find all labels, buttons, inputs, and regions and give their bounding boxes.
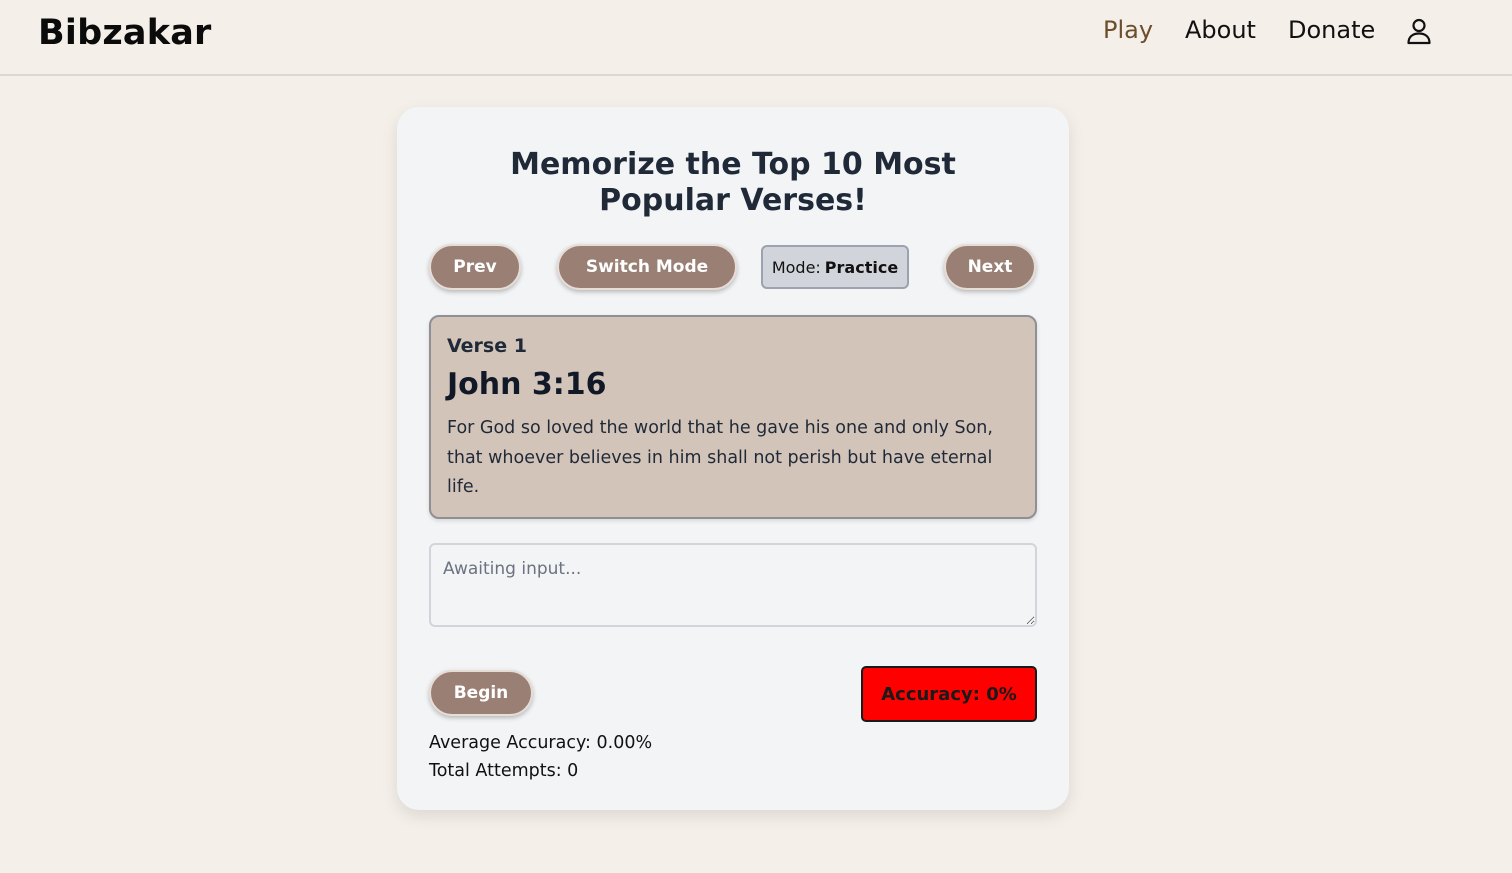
nav-link-about[interactable]: About — [1185, 16, 1256, 48]
nav-link-donate[interactable]: Donate — [1288, 16, 1375, 48]
verse-reference: John 3:16 — [447, 367, 607, 402]
prev-button[interactable]: Prev — [429, 244, 521, 290]
verse-panel: Verse 1 John 3:16 For God so loved the w… — [429, 315, 1037, 519]
switch-mode-button[interactable]: Switch Mode — [557, 244, 737, 290]
begin-button[interactable]: Begin — [429, 670, 533, 716]
total-attempts-text: Total Attempts: 0 — [429, 761, 579, 781]
average-accuracy-text: Average Accuracy: 0.00% — [429, 733, 653, 753]
verse-answer-input[interactable] — [429, 543, 1037, 627]
user-icon[interactable] — [1405, 17, 1433, 45]
nav-link-play[interactable]: Play — [1103, 16, 1153, 48]
accuracy-badge: Accuracy: 0% — [861, 666, 1037, 722]
mode-label: Mode: — [771, 257, 821, 277]
verse-number: Verse 1 — [447, 335, 527, 357]
next-button[interactable]: Next — [944, 244, 1036, 290]
card-title: Memorize the Top 10 Most Popular Verses! — [510, 147, 956, 218]
verse-text: For God so loved the world that he gave … — [447, 418, 993, 497]
mode-value: Practice — [824, 257, 899, 277]
top-navbar: Bibzakar Play About Donate — [0, 0, 1512, 76]
brand-logo-text[interactable]: Bibzakar — [38, 13, 211, 53]
mode-indicator: Mode: Practice — [761, 245, 909, 289]
verse-practice-card: Memorize the Top 10 Most Popular Verses!… — [397, 107, 1069, 810]
